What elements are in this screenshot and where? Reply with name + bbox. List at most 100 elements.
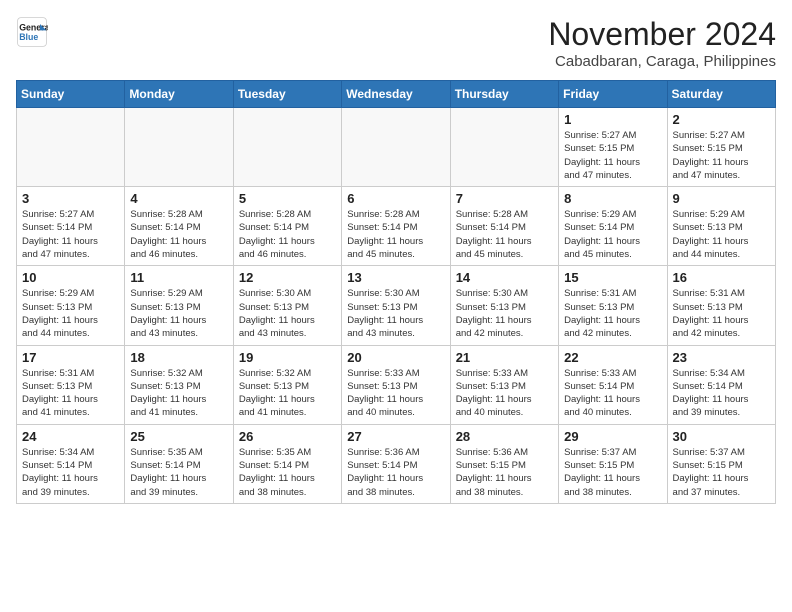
day-info: Sunrise: 5:29 AM Sunset: 5:13 PM Dayligh… <box>673 208 770 261</box>
calendar-cell: 17 Sunrise: 5:31 AM Sunset: 5:13 PM Dayli… <box>17 345 125 424</box>
logo-icon: General Blue <box>16 16 48 48</box>
day-info: Sunrise: 5:33 AM Sunset: 5:13 PM Dayligh… <box>456 367 553 420</box>
calendar-cell: 24Sunrise: 5:34 AM Sunset: 5:14 PM Dayli… <box>17 424 125 503</box>
weekday-header: Sunday <box>17 81 125 108</box>
month-title: November 2024 <box>548 16 776 53</box>
calendar-cell: 5 Sunrise: 5:28 AM Sunset: 5:14 PM Daylig… <box>233 187 341 266</box>
weekday-header: Thursday <box>450 81 558 108</box>
day-number: 28 <box>456 429 553 444</box>
svg-text:Blue: Blue <box>19 32 38 42</box>
calendar-cell: 14Sunrise: 5:30 AM Sunset: 5:13 PM Dayli… <box>450 266 558 345</box>
day-info: Sunrise: 5:34 AM Sunset: 5:14 PM Dayligh… <box>673 367 770 420</box>
calendar-cell: 30 Sunrise: 5:37 AM Sunset: 5:15 PM Dayli… <box>667 424 775 503</box>
calendar-cell: 22 Sunrise: 5:33 AM Sunset: 5:14 PM Dayli… <box>559 345 667 424</box>
calendar-week-row: 10 Sunrise: 5:29 AM Sunset: 5:13 PM Dayli… <box>17 266 776 345</box>
day-info: Sunrise: 5:30 AM Sunset: 5:13 PM Dayligh… <box>347 287 444 340</box>
weekday-header-row: SundayMondayTuesdayWednesdayThursdayFrid… <box>17 81 776 108</box>
day-number: 19 <box>239 350 336 365</box>
weekday-header: Friday <box>559 81 667 108</box>
calendar-cell: 12Sunrise: 5:30 AM Sunset: 5:13 PM Dayli… <box>233 266 341 345</box>
calendar-cell: 20Sunrise: 5:33 AM Sunset: 5:13 PM Dayli… <box>342 345 450 424</box>
day-number: 4 <box>130 191 227 206</box>
calendar-cell: 23 Sunrise: 5:34 AM Sunset: 5:14 PM Dayli… <box>667 345 775 424</box>
day-info: Sunrise: 5:33 AM Sunset: 5:14 PM Dayligh… <box>564 367 661 420</box>
day-info: Sunrise: 5:29 AM Sunset: 5:14 PM Dayligh… <box>564 208 661 261</box>
day-info: Sunrise: 5:28 AM Sunset: 5:14 PM Dayligh… <box>347 208 444 261</box>
day-number: 1 <box>564 112 661 127</box>
day-number: 29 <box>564 429 661 444</box>
calendar-cell: 10 Sunrise: 5:29 AM Sunset: 5:13 PM Dayli… <box>17 266 125 345</box>
day-number: 2 <box>673 112 770 127</box>
calendar-cell: 13 Sunrise: 5:30 AM Sunset: 5:13 PM Dayli… <box>342 266 450 345</box>
page-header: General Blue November 2024 Cabadbaran, C… <box>16 16 776 70</box>
day-number: 9 <box>673 191 770 206</box>
weekday-header: Wednesday <box>342 81 450 108</box>
day-number: 3 <box>22 191 119 206</box>
day-number: 25 <box>130 429 227 444</box>
calendar-cell: 27 Sunrise: 5:36 AM Sunset: 5:14 PM Dayli… <box>342 424 450 503</box>
weekday-header: Monday <box>125 81 233 108</box>
day-info: Sunrise: 5:31 AM Sunset: 5:13 PM Dayligh… <box>673 287 770 340</box>
calendar-week-row: 24Sunrise: 5:34 AM Sunset: 5:14 PM Dayli… <box>17 424 776 503</box>
day-number: 11 <box>130 270 227 285</box>
calendar-cell: 11 Sunrise: 5:29 AM Sunset: 5:13 PM Dayli… <box>125 266 233 345</box>
day-info: Sunrise: 5:33 AM Sunset: 5:13 PM Dayligh… <box>347 367 444 420</box>
day-info: Sunrise: 5:29 AM Sunset: 5:13 PM Dayligh… <box>22 287 119 340</box>
calendar-cell: 15Sunrise: 5:31 AM Sunset: 5:13 PM Dayli… <box>559 266 667 345</box>
day-info: Sunrise: 5:32 AM Sunset: 5:13 PM Dayligh… <box>239 367 336 420</box>
day-info: Sunrise: 5:27 AM Sunset: 5:15 PM Dayligh… <box>673 129 770 182</box>
calendar-table: SundayMondayTuesdayWednesdayThursdayFrid… <box>16 80 776 504</box>
day-number: 10 <box>22 270 119 285</box>
calendar-cell: 19 Sunrise: 5:32 AM Sunset: 5:13 PM Dayli… <box>233 345 341 424</box>
calendar-week-row: 3 Sunrise: 5:27 AM Sunset: 5:14 PM Daylig… <box>17 187 776 266</box>
day-info: Sunrise: 5:31 AM Sunset: 5:13 PM Dayligh… <box>22 367 119 420</box>
day-number: 12 <box>239 270 336 285</box>
day-number: 23 <box>673 350 770 365</box>
svg-text:General: General <box>19 22 48 32</box>
day-info: Sunrise: 5:29 AM Sunset: 5:13 PM Dayligh… <box>130 287 227 340</box>
calendar-cell <box>342 108 450 187</box>
day-number: 18 <box>130 350 227 365</box>
day-info: Sunrise: 5:37 AM Sunset: 5:15 PM Dayligh… <box>564 446 661 499</box>
day-number: 30 <box>673 429 770 444</box>
calendar-week-row: 1 Sunrise: 5:27 AM Sunset: 5:15 PM Daylig… <box>17 108 776 187</box>
weekday-header: Tuesday <box>233 81 341 108</box>
day-number: 24 <box>22 429 119 444</box>
day-number: 14 <box>456 270 553 285</box>
day-number: 16 <box>673 270 770 285</box>
calendar-cell: 16 Sunrise: 5:31 AM Sunset: 5:13 PM Dayli… <box>667 266 775 345</box>
calendar-cell <box>17 108 125 187</box>
day-number: 17 <box>22 350 119 365</box>
calendar-cell: 21 Sunrise: 5:33 AM Sunset: 5:13 PM Dayli… <box>450 345 558 424</box>
calendar-cell: 9 Sunrise: 5:29 AM Sunset: 5:13 PM Daylig… <box>667 187 775 266</box>
day-number: 27 <box>347 429 444 444</box>
title-block: November 2024 Cabadbaran, Caraga, Philip… <box>548 16 776 70</box>
weekday-header: Saturday <box>667 81 775 108</box>
day-info: Sunrise: 5:27 AM Sunset: 5:14 PM Dayligh… <box>22 208 119 261</box>
day-info: Sunrise: 5:36 AM Sunset: 5:14 PM Dayligh… <box>347 446 444 499</box>
calendar-cell: 18 Sunrise: 5:32 AM Sunset: 5:13 PM Dayli… <box>125 345 233 424</box>
day-info: Sunrise: 5:37 AM Sunset: 5:15 PM Dayligh… <box>673 446 770 499</box>
calendar-cell: 2 Sunrise: 5:27 AM Sunset: 5:15 PM Daylig… <box>667 108 775 187</box>
calendar-week-row: 17 Sunrise: 5:31 AM Sunset: 5:13 PM Dayli… <box>17 345 776 424</box>
day-info: Sunrise: 5:32 AM Sunset: 5:13 PM Dayligh… <box>130 367 227 420</box>
calendar-cell: 25Sunrise: 5:35 AM Sunset: 5:14 PM Dayli… <box>125 424 233 503</box>
calendar-cell: 3 Sunrise: 5:27 AM Sunset: 5:14 PM Daylig… <box>17 187 125 266</box>
day-number: 21 <box>456 350 553 365</box>
day-number: 6 <box>347 191 444 206</box>
day-number: 13 <box>347 270 444 285</box>
day-info: Sunrise: 5:31 AM Sunset: 5:13 PM Dayligh… <box>564 287 661 340</box>
day-info: Sunrise: 5:28 AM Sunset: 5:14 PM Dayligh… <box>130 208 227 261</box>
day-number: 26 <box>239 429 336 444</box>
calendar-cell: 29 Sunrise: 5:37 AM Sunset: 5:15 PM Dayli… <box>559 424 667 503</box>
day-number: 22 <box>564 350 661 365</box>
day-info: Sunrise: 5:28 AM Sunset: 5:14 PM Dayligh… <box>239 208 336 261</box>
day-info: Sunrise: 5:28 AM Sunset: 5:14 PM Dayligh… <box>456 208 553 261</box>
calendar-cell: 4 Sunrise: 5:28 AM Sunset: 5:14 PM Daylig… <box>125 187 233 266</box>
day-number: 7 <box>456 191 553 206</box>
calendar-cell: 6 Sunrise: 5:28 AM Sunset: 5:14 PM Daylig… <box>342 187 450 266</box>
day-number: 5 <box>239 191 336 206</box>
day-info: Sunrise: 5:27 AM Sunset: 5:15 PM Dayligh… <box>564 129 661 182</box>
day-info: Sunrise: 5:35 AM Sunset: 5:14 PM Dayligh… <box>239 446 336 499</box>
calendar-cell <box>450 108 558 187</box>
